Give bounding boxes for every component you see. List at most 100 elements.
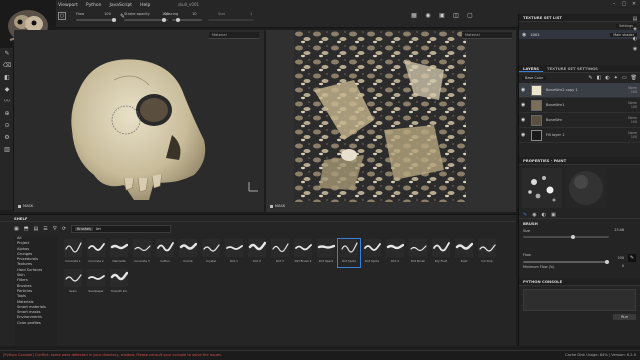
brush-item[interactable]: Crumb xyxy=(177,239,199,267)
layer-opacity[interactable]: 100 xyxy=(631,90,637,94)
folder-icon[interactable]: ▣ xyxy=(14,226,19,232)
clone-icon[interactable]: ⊕ xyxy=(0,108,14,120)
alpha-tab-icon[interactable]: ◉ xyxy=(532,212,536,218)
run-button[interactable]: Run xyxy=(613,314,636,320)
eye-icon[interactable]: ◉ xyxy=(522,32,526,38)
projection-icon[interactable]: ◧ xyxy=(0,72,14,84)
layers-panel-icon[interactable]: ▤ xyxy=(630,14,640,24)
display-settings-icon[interactable]: ◐ xyxy=(630,34,640,44)
add-fill-layer-icon[interactable]: ◧ xyxy=(597,75,602,81)
brush-item[interactable]: Cotton xyxy=(154,239,176,267)
layout-icon[interactable]: ▥ xyxy=(0,144,14,156)
smudge-icon[interactable]: 〰 xyxy=(0,96,14,108)
flow-slider-handle[interactable] xyxy=(112,18,116,22)
tab-texture-set-settings[interactable]: TEXTURE SET SETTINGS xyxy=(543,65,602,72)
brush-item[interactable]: Grain xyxy=(62,269,84,297)
bake-icon[interactable]: ⚙ xyxy=(0,132,14,144)
layer-visibility-icon[interactable]: ◉ xyxy=(521,87,527,93)
mask-icon[interactable] xyxy=(18,204,21,208)
brush-item[interactable]: Smooth Ink xyxy=(108,269,130,297)
add-effect-icon[interactable]: ✦ xyxy=(614,75,618,81)
layer-visibility-icon[interactable]: ◉ xyxy=(521,132,527,138)
add-icon[interactable]: ▤ xyxy=(33,226,38,232)
min-flow-value[interactable]: 0 xyxy=(622,264,624,268)
brush-item[interactable]: Dirt Brush 2 xyxy=(292,239,314,267)
render-icon[interactable]: ◫ xyxy=(452,12,460,20)
minimize-icon[interactable]: – xyxy=(610,1,618,8)
viewport-2d-channel-select[interactable]: Material xyxy=(462,32,512,39)
brush-item[interactable]: Concrete 3 xyxy=(131,239,153,267)
brush-size-slider-handle[interactable] xyxy=(571,235,575,239)
python-console-input[interactable] xyxy=(523,289,636,311)
brush-item[interactable]: Dirt Spots xyxy=(337,238,361,268)
brush-size-slider[interactable] xyxy=(523,236,609,238)
filter-icon[interactable]: ⛛ xyxy=(53,226,57,232)
layer-channel-select[interactable]: Base Color xyxy=(522,76,547,80)
brush-item[interactable]: Concrete 1 xyxy=(62,239,84,267)
brush-preset-icon[interactable]: ○ xyxy=(58,12,66,20)
import-icon[interactable]: ⬒ xyxy=(24,226,29,232)
layer-visibility-icon[interactable]: ◉ xyxy=(521,102,527,108)
close-icon[interactable]: ✕ xyxy=(630,1,638,8)
brush-item[interactable]: Dirt 2 xyxy=(246,239,268,267)
brush-item[interactable]: Sandpaper xyxy=(85,269,107,297)
brush-item[interactable]: Dirt Spots xyxy=(361,239,383,267)
viewport-2d[interactable]: Material MASK xyxy=(266,30,516,212)
layer-opacity[interactable]: 100 xyxy=(631,135,637,139)
pen-pressure-toggle-icon[interactable]: ✎ xyxy=(628,254,636,262)
display-icon[interactable]: ▣ xyxy=(438,12,446,20)
menu-javascript[interactable]: JavaScript xyxy=(110,3,133,8)
stroke-opacity-slider-handle[interactable] xyxy=(162,18,166,22)
tab-layers[interactable]: LAYERS xyxy=(519,65,543,72)
brush-item[interactable]: Dirt 4 xyxy=(384,239,406,267)
delete-layer-icon[interactable]: 🗑 xyxy=(631,75,637,81)
layer-opacity[interactable]: 100 xyxy=(631,105,637,109)
brush-item[interactable]: Dry Fluid xyxy=(430,239,452,267)
size-slider[interactable] xyxy=(208,19,254,21)
add-folder-icon[interactable]: ▭ xyxy=(622,75,627,81)
layer-row[interactable]: ◉ BoneWrn1 Norm 100 xyxy=(519,98,640,113)
flow-slider[interactable] xyxy=(76,19,116,21)
menu-viewport[interactable]: Viewport xyxy=(58,3,78,8)
viewport-3d-channel-select[interactable]: Material xyxy=(209,32,259,39)
brush-item[interactable]: Ink Drip xyxy=(476,239,498,267)
layer-row[interactable]: ◉ Fill layer 1 Norm 100 xyxy=(519,128,640,143)
properties-panel-icon[interactable]: ◈ xyxy=(630,24,640,34)
texture-set-row[interactable]: ◉ 1001 Main shader xyxy=(519,30,640,39)
brush-flow-value[interactable]: 100 xyxy=(618,256,624,260)
camera-icon[interactable]: ◉ xyxy=(424,12,432,20)
paint-brush-icon[interactable]: ✎ xyxy=(0,48,14,60)
brush-item[interactable]: Dirt Brush xyxy=(407,239,429,267)
spacing-slider-handle[interactable] xyxy=(176,18,180,22)
shader-settings-icon[interactable]: ◉ xyxy=(630,44,640,54)
brush-size-value[interactable]: 25.46 xyxy=(614,228,624,232)
shelf-search-input[interactable]: Art xyxy=(96,227,101,231)
layer-row[interactable]: ◉ BoneWrn Norm 100 xyxy=(519,113,640,128)
brush-item[interactable]: Crystal xyxy=(200,239,222,267)
screenshot-icon[interactable]: ▢ xyxy=(466,12,474,20)
picker-icon[interactable]: ⊙ xyxy=(0,120,14,132)
brush-tab-icon[interactable]: ✎ xyxy=(523,212,527,218)
layer-opacity[interactable]: 100 xyxy=(631,120,637,124)
status-message[interactable]: [Python Console] Conflict: some were det… xyxy=(3,353,222,357)
layer-visibility-icon[interactable]: ◉ xyxy=(521,117,527,123)
menu-help[interactable]: Help xyxy=(140,3,150,8)
stencil-tab-icon[interactable]: ◐ xyxy=(542,212,546,218)
brush-item[interactable]: Dirt 3 xyxy=(269,239,291,267)
menu-python[interactable]: Python xyxy=(86,3,102,8)
add-paint-layer-icon[interactable]: ✎ xyxy=(588,75,592,81)
maximize-icon[interactable]: □ xyxy=(620,1,628,8)
shelf-filter-tag[interactable]: Brushes xyxy=(75,227,93,231)
add-mask-icon[interactable]: ◐ xyxy=(605,75,609,81)
brush-flow-slider[interactable] xyxy=(523,261,609,263)
material-tab-icon[interactable]: ▣ xyxy=(551,212,556,218)
refresh-icon[interactable]: ⟳ xyxy=(62,226,66,232)
eraser-icon[interactable]: ⌫ xyxy=(0,60,14,72)
mask-icon-2d[interactable] xyxy=(270,204,273,208)
shelf-category[interactable]: Color profiles xyxy=(14,321,58,326)
brush-item[interactable]: Dirt Speck xyxy=(315,239,337,267)
polygon-fill-icon[interactable]: ◆ xyxy=(0,84,14,96)
brush-item[interactable]: Dakinsite xyxy=(108,239,130,267)
brush-item[interactable]: Concrete 2 xyxy=(85,239,107,267)
list-view-icon[interactable]: ☰ xyxy=(43,226,47,232)
